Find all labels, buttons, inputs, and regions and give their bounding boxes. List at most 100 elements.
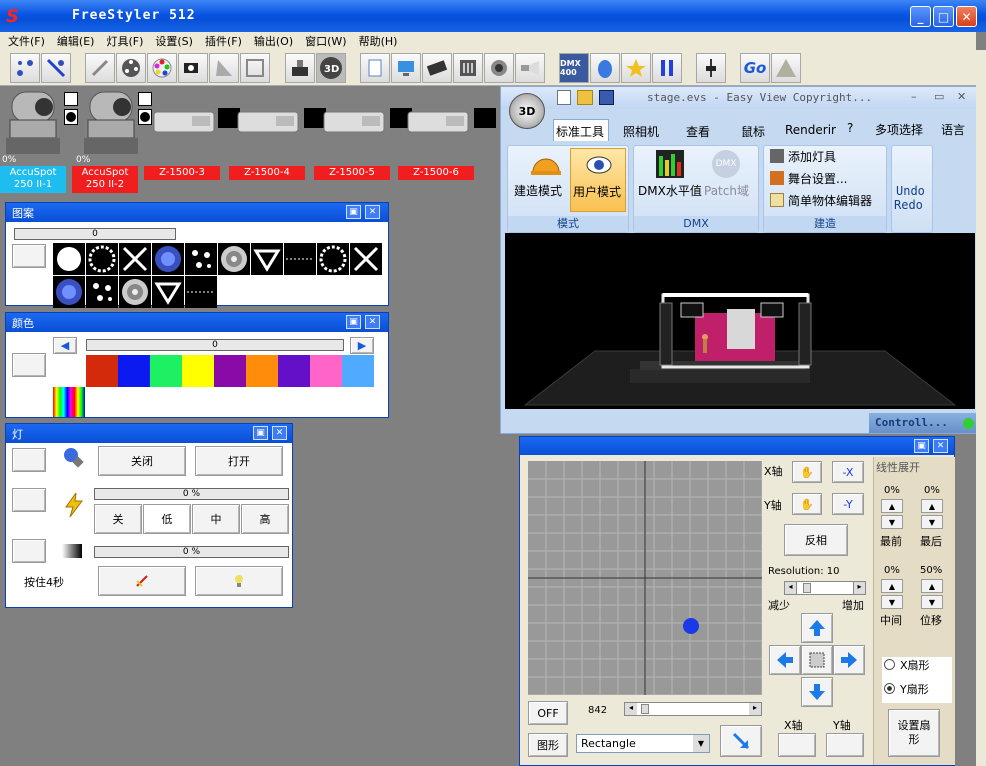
shape-direction-button[interactable] bbox=[720, 725, 762, 757]
go-button[interactable]: Go bbox=[740, 53, 770, 83]
moving-head-icon[interactable] bbox=[4, 90, 62, 156]
scroll-right-icon[interactable]: ▸ bbox=[749, 703, 761, 715]
monitor-icon[interactable] bbox=[391, 53, 421, 83]
reset-button[interactable] bbox=[98, 566, 186, 596]
y-fan-radio[interactable] bbox=[884, 683, 895, 694]
menu-file[interactable]: 文件(F) bbox=[8, 33, 45, 49]
user-mode-button[interactable]: 用户模式 bbox=[570, 148, 626, 212]
color-swatch[interactable] bbox=[150, 355, 182, 387]
y-axis-button[interactable] bbox=[826, 733, 864, 757]
color-swatch[interactable] bbox=[86, 355, 118, 387]
frame-icon[interactable] bbox=[240, 53, 270, 83]
gobo-wheel-icon[interactable] bbox=[116, 53, 146, 83]
first-down-button[interactable]: ▼ bbox=[881, 515, 903, 529]
undo-button[interactable]: Undo bbox=[896, 184, 925, 198]
tab-view[interactable]: 查看 bbox=[686, 123, 710, 140]
gobo-open-circle-icon[interactable] bbox=[53, 243, 85, 275]
move-right-button[interactable] bbox=[833, 645, 865, 675]
xy-position-dot[interactable] bbox=[683, 618, 699, 634]
gobo-cross-icon[interactable] bbox=[350, 243, 382, 275]
warning-icon[interactable] bbox=[771, 53, 801, 83]
fixture-label-3[interactable]: Z-1500-3 bbox=[144, 166, 220, 180]
tab-camera[interactable]: 照相机 bbox=[623, 123, 659, 140]
last-down-button[interactable]: ▼ bbox=[921, 515, 943, 529]
menu-fixtures[interactable]: 灯具(F) bbox=[106, 33, 143, 49]
star-icon[interactable] bbox=[621, 53, 651, 83]
invert-button[interactable]: 反相 bbox=[784, 524, 848, 556]
master-fader-icon[interactable] bbox=[696, 53, 726, 83]
move-down-button[interactable] bbox=[801, 677, 833, 707]
rainbow-color-icon[interactable] bbox=[53, 387, 85, 417]
speaker-icon[interactable] bbox=[484, 53, 514, 83]
help-menu[interactable]: ? bbox=[847, 121, 853, 135]
middle-up-button[interactable]: ▲ bbox=[881, 579, 903, 593]
gobo-swirl-icon[interactable] bbox=[218, 243, 250, 275]
dmx-output-button[interactable]: DMX 400 bbox=[559, 53, 589, 83]
fog-machine-icon[interactable] bbox=[236, 106, 302, 136]
shutter-indicator-button[interactable] bbox=[12, 488, 46, 512]
close-button[interactable]: ✕ bbox=[956, 6, 977, 27]
scroll-left-icon[interactable]: ◂ bbox=[785, 582, 797, 594]
3d-viewport[interactable] bbox=[505, 233, 975, 409]
deselect-icon[interactable] bbox=[41, 53, 71, 83]
fog-machine-icon[interactable] bbox=[322, 106, 388, 136]
lock-icon[interactable]: ▣ bbox=[914, 439, 929, 453]
first-up-button[interactable]: ▲ bbox=[881, 499, 903, 513]
resolution-slider[interactable]: ◂ ▸ bbox=[784, 581, 866, 595]
gobo-ring-icon[interactable] bbox=[86, 243, 118, 275]
fixture-select-box[interactable] bbox=[138, 92, 152, 106]
color-swatch[interactable] bbox=[342, 355, 374, 387]
color-swatch[interactable] bbox=[246, 355, 278, 387]
shutter-high-button[interactable]: 高 bbox=[241, 504, 289, 534]
move-left-button[interactable] bbox=[769, 645, 801, 675]
save-icon[interactable] bbox=[599, 90, 614, 105]
set-fan-button[interactable]: 设置扇形 bbox=[888, 709, 940, 757]
x-axis-lock-button[interactable]: ✋ bbox=[792, 461, 822, 483]
panel-close-icon[interactable]: ✕ bbox=[272, 426, 287, 440]
menu-plugins[interactable]: 插件(F) bbox=[205, 33, 242, 49]
shape-button[interactable]: 图形 bbox=[528, 733, 568, 757]
menu-help[interactable]: 帮助(H) bbox=[359, 33, 398, 49]
x-fan-radio[interactable] bbox=[884, 659, 895, 670]
add-fixture-button[interactable]: 添加灯具 bbox=[788, 148, 836, 165]
offset-up-button[interactable]: ▲ bbox=[921, 579, 943, 593]
gobo-dots-icon[interactable] bbox=[86, 276, 118, 308]
viewer-minimize-icon[interactable]: – bbox=[911, 90, 917, 103]
resolution-thumb[interactable] bbox=[803, 583, 811, 593]
bulb-button[interactable] bbox=[195, 566, 283, 596]
shutter-low-button[interactable]: 低 bbox=[143, 504, 191, 534]
tab-rendering[interactable]: Renderir bbox=[785, 123, 836, 137]
fixture-select-box[interactable] bbox=[64, 92, 78, 106]
color-slider[interactable]: 0 bbox=[86, 339, 344, 351]
xy-off-button[interactable]: OFF bbox=[528, 701, 568, 725]
middle-down-button[interactable]: ▼ bbox=[881, 595, 903, 609]
shutter-closed-button[interactable]: 关 bbox=[94, 504, 142, 534]
gobo-line-icon[interactable] bbox=[284, 243, 316, 275]
x-axis-button[interactable] bbox=[778, 733, 816, 757]
color-swatch[interactable] bbox=[310, 355, 342, 387]
color-wheel-icon[interactable] bbox=[147, 53, 177, 83]
panel-close-icon[interactable]: ✕ bbox=[365, 315, 380, 329]
fixture-label-6[interactable]: Z-1500-6 bbox=[398, 166, 474, 180]
xy-grid-pad[interactable] bbox=[528, 461, 763, 696]
wand-icon[interactable] bbox=[85, 53, 115, 83]
fixture-label-5[interactable]: Z-1500-5 bbox=[314, 166, 390, 180]
gobo-triangle-icon[interactable] bbox=[251, 243, 283, 275]
lock-icon[interactable]: ▣ bbox=[346, 315, 361, 329]
beam-icon[interactable] bbox=[209, 53, 239, 83]
offset-down-button[interactable]: ▼ bbox=[921, 595, 943, 609]
gobo-ring-icon[interactable] bbox=[317, 243, 349, 275]
shutter-mid-button[interactable]: 中 bbox=[192, 504, 240, 534]
lamp-on-button[interactable]: 打开 bbox=[195, 446, 283, 476]
lock-icon[interactable]: ▣ bbox=[253, 426, 268, 440]
minimize-button[interactable]: _ bbox=[910, 6, 931, 27]
fixture-label-4[interactable]: Z-1500-4 bbox=[229, 166, 305, 180]
scroll-left-icon[interactable]: ◂ bbox=[625, 703, 637, 715]
gobo-triangle-icon[interactable] bbox=[152, 276, 184, 308]
stage-settings-button[interactable]: 舞台设置... bbox=[788, 170, 847, 187]
dmx-level-button[interactable]: DMX水平值 bbox=[638, 182, 702, 199]
new-file-icon[interactable] bbox=[557, 90, 571, 105]
mouse-icon[interactable] bbox=[590, 53, 620, 83]
position-thumb[interactable] bbox=[641, 704, 649, 714]
lock-icon[interactable]: ▣ bbox=[346, 205, 361, 219]
